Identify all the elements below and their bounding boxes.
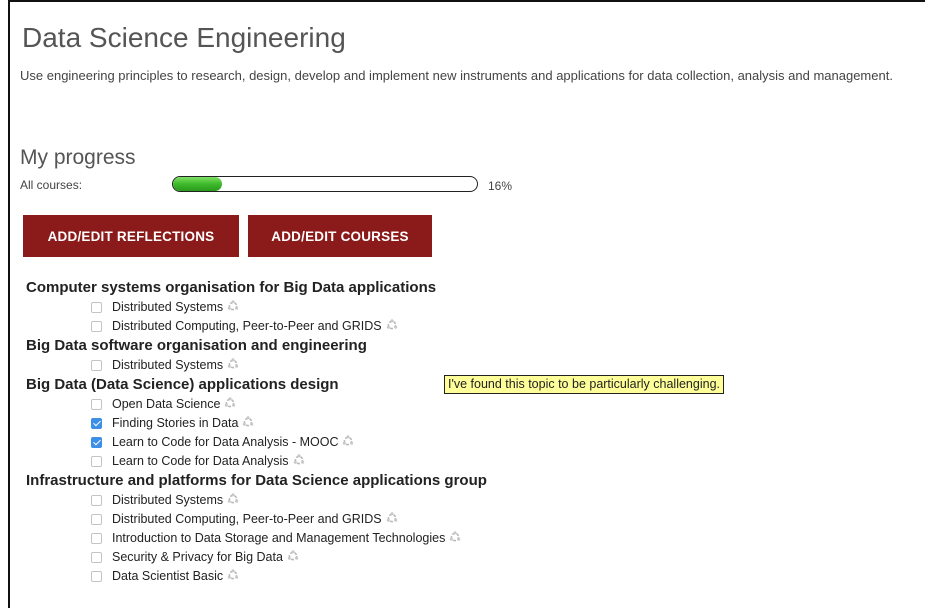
share-icon[interactable] bbox=[386, 511, 398, 523]
course-checkbox[interactable] bbox=[91, 533, 102, 544]
course-checkbox[interactable] bbox=[91, 302, 102, 313]
share-icon[interactable] bbox=[242, 415, 254, 427]
share-icon[interactable] bbox=[287, 549, 299, 561]
course-checkbox[interactable] bbox=[91, 360, 102, 371]
add-edit-courses-button[interactable]: ADD/EDIT COURSES bbox=[248, 215, 432, 257]
progress-bar-fill bbox=[173, 177, 222, 191]
page-title: Data Science Engineering bbox=[22, 22, 346, 53]
course-name[interactable]: Distributed Systems bbox=[112, 358, 223, 372]
topic-group-title: Computer systems organisation for Big Da… bbox=[26, 278, 487, 298]
course-checkbox[interactable] bbox=[91, 552, 102, 563]
topic-group-title: Infrastructure and platforms for Data Sc… bbox=[26, 471, 487, 491]
course-item: Open Data Science bbox=[26, 395, 487, 414]
course-item: Distributed Computing, Peer-to-Peer and … bbox=[26, 510, 487, 529]
topic-group-title: Big Data (Data Science) applications des… bbox=[26, 375, 724, 395]
topic-group-title: Big Data software organisation and engin… bbox=[26, 336, 487, 356]
share-icon[interactable] bbox=[224, 396, 236, 408]
share-icon[interactable] bbox=[342, 434, 354, 446]
course-name[interactable]: Security & Privacy for Big Data bbox=[112, 550, 283, 564]
share-icon[interactable] bbox=[449, 530, 461, 542]
share-icon[interactable] bbox=[293, 453, 305, 465]
course-checkbox[interactable] bbox=[91, 495, 102, 506]
course-checkbox[interactable] bbox=[91, 418, 102, 429]
course-item: Introduction to Data Storage and Managem… bbox=[26, 529, 487, 548]
course-name[interactable]: Distributed Systems bbox=[112, 300, 223, 314]
course-item: Learn to Code for Data Analysis - MOOC bbox=[26, 433, 487, 452]
topic-group-label: Big Data (Data Science) applications des… bbox=[26, 376, 339, 393]
course-name[interactable]: Data Scientist Basic bbox=[112, 569, 223, 583]
course-checkbox[interactable] bbox=[91, 514, 102, 525]
page-description: Use engineering principles to research, … bbox=[20, 68, 893, 83]
share-icon[interactable] bbox=[227, 357, 239, 369]
course-item: Data Scientist Basic bbox=[26, 567, 487, 586]
progress-percent: 16% bbox=[488, 179, 513, 193]
course-tree: Computer systems organisation for Big Da… bbox=[26, 278, 724, 586]
course-name[interactable]: Learn to Code for Data Analysis - MOOC bbox=[112, 435, 338, 449]
course-item: Learn to Code for Data Analysis bbox=[26, 452, 487, 471]
course-name[interactable]: Introduction to Data Storage and Managem… bbox=[112, 531, 445, 545]
course-name[interactable]: Learn to Code for Data Analysis bbox=[112, 454, 289, 468]
progress-label: All courses: bbox=[20, 178, 83, 192]
course-checkbox[interactable] bbox=[91, 456, 102, 467]
course-checkbox[interactable] bbox=[91, 399, 102, 410]
progress-heading: My progress bbox=[20, 146, 136, 169]
share-icon[interactable] bbox=[227, 299, 239, 311]
topic-group-label: Infrastructure and platforms for Data Sc… bbox=[26, 472, 487, 489]
course-item: Distributed Systems bbox=[26, 491, 487, 510]
course-name[interactable]: Distributed Computing, Peer-to-Peer and … bbox=[112, 319, 382, 333]
course-name[interactable]: Distributed Computing, Peer-to-Peer and … bbox=[112, 512, 382, 526]
topic-group-label: Big Data software organisation and engin… bbox=[26, 337, 367, 354]
progress-bar bbox=[172, 176, 478, 192]
content-frame: Data Science Engineering Use engineering… bbox=[8, 0, 925, 608]
course-item: Distributed Systems bbox=[26, 356, 487, 375]
course-name[interactable]: Distributed Systems bbox=[112, 493, 223, 507]
share-icon[interactable] bbox=[227, 568, 239, 580]
course-item: Distributed Computing, Peer-to-Peer and … bbox=[26, 317, 487, 336]
reflection-tooltip: I've found this topic to be particularly… bbox=[444, 375, 724, 394]
course-checkbox[interactable] bbox=[91, 437, 102, 448]
course-name[interactable]: Finding Stories in Data bbox=[112, 416, 238, 430]
topic-group-label: Computer systems organisation for Big Da… bbox=[26, 279, 437, 296]
share-icon[interactable] bbox=[227, 492, 239, 504]
course-checkbox[interactable] bbox=[91, 321, 102, 332]
course-item: Security & Privacy for Big Data bbox=[26, 548, 487, 567]
add-edit-reflections-button[interactable]: ADD/EDIT REFLECTIONS bbox=[23, 215, 239, 257]
course-checkbox[interactable] bbox=[91, 571, 102, 582]
course-item: Finding Stories in Data bbox=[26, 414, 487, 433]
share-icon[interactable] bbox=[386, 318, 398, 330]
course-item: Distributed Systems bbox=[26, 298, 487, 317]
course-name[interactable]: Open Data Science bbox=[112, 397, 220, 411]
